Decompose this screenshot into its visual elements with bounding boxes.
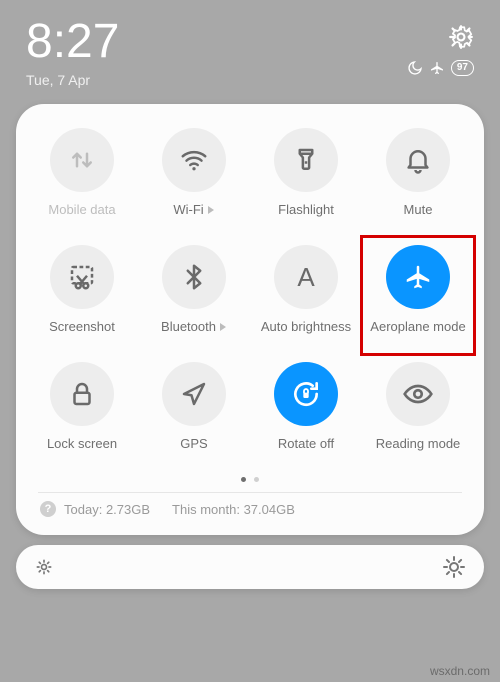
usage-today: Today: 2.73GB <box>64 502 150 517</box>
auto-brightness-icon: A <box>274 245 338 309</box>
status-bar: 8:27 Tue, 7 Apr 97 <box>0 0 500 92</box>
tile-label: Bluetooth <box>161 319 227 334</box>
tile-label: Lock screen <box>47 436 117 451</box>
airplane-icon <box>429 60 445 76</box>
tile-gps[interactable]: GPS <box>138 362 250 451</box>
eye-icon <box>386 362 450 426</box>
quick-settings-panel: Mobile data Wi-Fi Flashlight Mute Screen <box>16 104 484 535</box>
brightness-slider[interactable] <box>16 545 484 589</box>
tile-label: GPS <box>180 436 207 451</box>
tile-auto-brightness[interactable]: A Auto brightness <box>250 245 362 334</box>
status-left: 8:27 Tue, 7 Apr <box>26 18 119 88</box>
tile-label: Aeroplane mode <box>370 319 465 334</box>
tile-label: Screenshot <box>49 319 115 334</box>
flashlight-icon <box>274 128 338 192</box>
data-usage-row[interactable]: ? Today: 2.73GB This month: 37.04GB <box>26 501 474 521</box>
tile-wifi[interactable]: Wi-Fi <box>138 128 250 217</box>
battery-value: 97 <box>457 61 468 75</box>
status-right: 97 <box>407 18 474 76</box>
tile-rotate-off[interactable]: Rotate off <box>250 362 362 451</box>
expand-icon <box>208 206 214 214</box>
expand-icon <box>220 323 226 331</box>
location-icon <box>162 362 226 426</box>
page-indicator[interactable] <box>26 477 474 482</box>
tile-mobile-data[interactable]: Mobile data <box>26 128 138 217</box>
moon-icon <box>407 60 423 76</box>
date: Tue, 7 Apr <box>26 72 119 88</box>
brightness-low-icon <box>34 557 54 577</box>
watermark: wsxdn.com <box>430 664 490 678</box>
battery-indicator: 97 <box>451 60 474 76</box>
bluetooth-icon <box>162 245 226 309</box>
wifi-icon <box>162 128 226 192</box>
divider <box>38 492 462 493</box>
tile-label: Auto brightness <box>261 319 351 334</box>
gear-icon[interactable] <box>448 24 474 50</box>
clock: 8:27 <box>26 18 119 66</box>
tile-label: Mute <box>404 202 433 217</box>
page-dot-2 <box>254 477 259 482</box>
scissors-icon <box>50 245 114 309</box>
tile-screenshot[interactable]: Screenshot <box>26 245 138 334</box>
tile-bluetooth[interactable]: Bluetooth <box>138 245 250 334</box>
brightness-high-icon <box>442 555 466 579</box>
tile-mute[interactable]: Mute <box>362 128 474 217</box>
tile-label: Flashlight <box>278 202 334 217</box>
rotate-lock-icon <box>274 362 338 426</box>
tile-grid: Mobile data Wi-Fi Flashlight Mute Screen <box>26 128 474 451</box>
tile-flashlight[interactable]: Flashlight <box>250 128 362 217</box>
tile-aeroplane-mode[interactable]: Aeroplane mode <box>362 245 474 334</box>
tile-label: Rotate off <box>278 436 334 451</box>
tile-lock-screen[interactable]: Lock screen <box>26 362 138 451</box>
tile-label: Reading mode <box>376 436 461 451</box>
info-icon: ? <box>40 501 56 517</box>
mobile-data-icon <box>50 128 114 192</box>
tile-label: Wi-Fi <box>173 202 214 217</box>
usage-month: This month: 37.04GB <box>172 502 295 517</box>
bell-icon <box>386 128 450 192</box>
page-dot-1 <box>241 477 246 482</box>
airplane-icon <box>386 245 450 309</box>
lock-icon <box>50 362 114 426</box>
status-indicators: 97 <box>407 60 474 76</box>
tile-reading-mode[interactable]: Reading mode <box>362 362 474 451</box>
tile-label: Mobile data <box>48 202 115 217</box>
